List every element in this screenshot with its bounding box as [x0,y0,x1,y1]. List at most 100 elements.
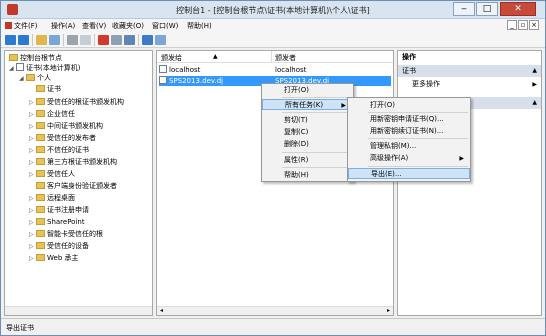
tree-item-untrusted-certificates[interactable]: ▷ 不信任的证书 [29,145,89,155]
list-horizontal-scrollbar[interactable]: ◂ ▸ [157,306,393,315]
menu-view[interactable]: 查看(V) [82,21,106,31]
expand-arrow-icon[interactable]: ▷ [29,110,36,120]
column-issued-to[interactable]: 颁发给 [161,53,182,63]
menu-separator [368,166,468,167]
tree-item-enrollment-requests[interactable]: ▷ 证书注册申请 [29,205,89,215]
tree-item-enterprise-trust[interactable]: ▷ 企业信任 [29,109,75,119]
context-menu-copy[interactable]: 复制(C) [262,127,353,138]
column-divider[interactable] [271,51,272,63]
close-button[interactable]: ✕ [500,2,536,16]
expand-arrow-icon[interactable]: ▷ [29,134,36,144]
expand-arrow-icon[interactable]: ▷ [29,218,36,228]
folder-icon [36,218,45,225]
expand-arrow-icon[interactable]: ▷ [29,98,36,108]
menu-separator [368,112,468,113]
tree-item-personal-certificates[interactable]: 证书 [36,84,61,94]
tree-item-certificates-local[interactable]: ◢ 证书(本地计算机) [9,63,80,73]
minimize-button[interactable]: ‒ [453,2,475,16]
tree-item-trusted-people[interactable]: ▷ 受信任人 [29,169,75,179]
tree-item-third-party-root[interactable]: ▷ 第三方根证书颁发机构 [29,157,117,167]
tree-item-client-auth-issuers[interactable]: 客户端身份验证颁发者 [36,181,117,191]
toolbar-separator [138,34,139,46]
expand-arrow-icon[interactable]: ▷ [29,242,36,252]
tree-item-smartcard-trusted-roots[interactable]: ▷ 智能卡受信任的根 [29,229,103,239]
context-menu-cut[interactable]: 剪切(T) [262,115,353,126]
tree-item-console-root[interactable]: 控制台根节点 [9,53,62,63]
mdi-close-button[interactable]: × [529,20,539,30]
list-header: 颁发给 ▲ 颁发者 [157,51,393,63]
scroll-right-icon[interactable]: ▸ [387,307,390,314]
expand-arrow-icon[interactable]: ▷ [29,254,36,264]
submenu-arrow-icon: ▶ [341,102,346,109]
menu-favorites[interactable]: 收藏夹(O) [112,21,144,31]
help-icon[interactable] [142,35,153,45]
context-menu-properties[interactable]: 属性(R) [262,155,353,166]
forward-icon[interactable] [18,35,29,45]
folder-icon [36,98,45,105]
actions-pane: 操作 证书 ▲ 更多操作 ▶ ▲ [397,50,542,316]
expand-arrow-icon[interactable]: ▷ [29,158,36,168]
table-row[interactable]: localhost localhost [159,65,391,75]
expand-arrow-icon[interactable]: ▷ [29,170,36,180]
scroll-left-icon[interactable]: ◂ [160,307,163,314]
up-folder-icon[interactable] [36,35,47,45]
refresh-icon[interactable] [124,35,135,45]
context-menu-open[interactable]: 打开(O) [262,85,353,96]
show-tree-icon[interactable] [49,35,60,45]
menu-help[interactable]: 帮助(H) [187,21,212,31]
tree-horizontal-scrollbar[interactable] [5,306,152,315]
back-icon[interactable] [5,35,16,45]
status-text: 导出证书 [6,324,34,332]
menu-separator [368,138,468,139]
actions-group-certificates[interactable]: 证书 ▲ [398,65,541,77]
folder-icon [36,254,45,261]
context-menu-all-tasks[interactable]: 所有任务(K) ▶ [262,99,353,110]
cut-icon[interactable] [67,35,78,45]
collapse-arrow-icon[interactable]: ▲ [532,97,537,109]
expand-arrow-icon[interactable]: ▷ [29,206,36,216]
expand-arrow-icon[interactable]: ▷ [29,230,36,240]
tree-item-trusted-devices[interactable]: ▷ 受信任的设备 [29,241,89,251]
mdi-restore-button[interactable]: ▫ [518,20,528,30]
menu-file[interactable]: 文件(F) [5,21,38,31]
submenu-export[interactable]: 导出(E)... [348,168,470,179]
mdi-minimize-button[interactable]: _ [507,20,517,30]
collapse-arrow-icon[interactable]: ▲ [532,65,537,77]
expand-arrow-icon[interactable]: ▷ [29,122,36,132]
copy-icon[interactable] [80,35,91,45]
folder-icon [36,110,45,117]
expand-arrow-icon[interactable]: ◢ [9,64,16,74]
menu-action[interactable]: 操作(A) [51,21,75,31]
context-menu-delete[interactable]: 删除(D) [262,139,353,150]
submenu-renew-new-key[interactable]: 用新密钥续订证书(N)... [348,126,470,137]
submenu-advanced-operations[interactable]: 高级操作(A) ▶ [348,153,470,164]
submenu-open[interactable]: 打开(O) [348,100,470,111]
delete-icon[interactable] [98,35,109,45]
column-issued-by[interactable]: 颁发者 [275,53,296,63]
tree-item-remote-desktop[interactable]: ▷ 远程桌面 [29,193,75,203]
tree-item-intermediate-ca[interactable]: ▷ 中间证书颁发机构 [29,121,103,131]
folder-icon [36,122,45,129]
toolbar-separator [94,34,95,46]
maximize-button[interactable]: □ [476,2,498,16]
submenu-arrow-icon: ▶ [532,81,537,88]
tree-item-web-hosting[interactable]: ▷ Web 承主 [29,253,79,263]
expand-arrow-icon[interactable]: ▷ [29,146,36,156]
menu-window[interactable]: 窗口(W) [152,21,178,31]
context-menu: 打开(O) 所有任务(K) ▶ 剪切(T) 复制(C) 删除(D) 属性(R) 帮… [261,83,354,182]
tree-item-sharepoint[interactable]: ▷ SharePoint [29,217,85,227]
properties-icon[interactable] [111,35,122,45]
certificate-store-icon [16,63,24,71]
submenu-request-new-key[interactable]: 用新密钥申请证书(Q)... [348,114,470,125]
more-actions[interactable]: 更多操作 ▶ [398,79,541,90]
actions-header: 操作 [398,51,541,63]
folder-icon [36,146,45,153]
tree-item-personal[interactable]: ◢ 个人 [19,73,51,83]
submenu-manage-private-keys[interactable]: 管理私钥(M)... [348,141,470,152]
expand-arrow-icon[interactable]: ▷ [29,194,36,204]
context-menu-help[interactable]: 帮助(H) [262,170,353,181]
tree-item-trusted-publishers[interactable]: ▷ 受信任的发布者 [29,133,96,143]
expand-arrow-icon[interactable]: ◢ [19,74,26,84]
tree-item-trusted-root[interactable]: ▷ 受信任的根证书颁发机构 [29,97,124,107]
show-action-pane-icon[interactable] [155,35,166,45]
